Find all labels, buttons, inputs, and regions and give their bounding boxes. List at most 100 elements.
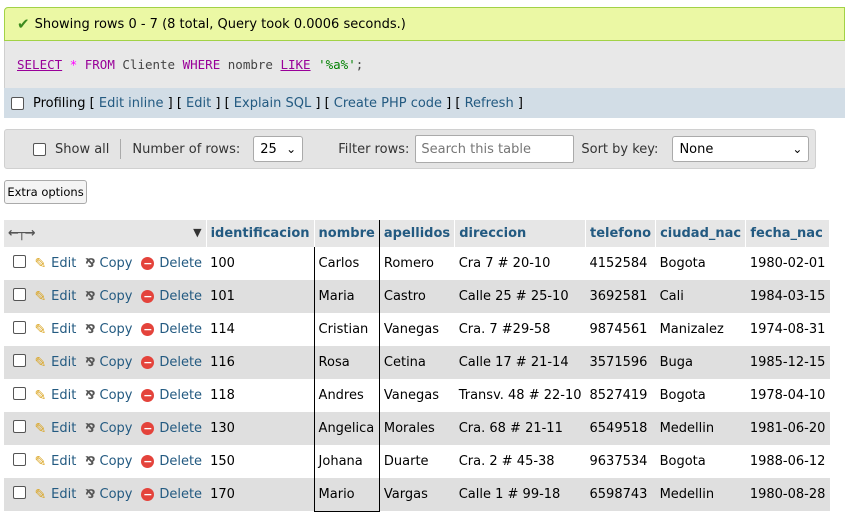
- edit-label: Edit: [51, 388, 77, 403]
- sort-by-key-label: Sort by key:: [581, 141, 659, 157]
- cell-ciudad-nac: Cali: [655, 280, 746, 313]
- delete-cell: − Delete: [137, 412, 207, 445]
- column-header-ciudad-nac[interactable]: ciudad_nac: [655, 220, 747, 247]
- cell-ciudad-nac: Bogota: [655, 379, 746, 412]
- column-header-direccion[interactable]: direccion: [454, 220, 586, 247]
- cell-fecha-nac: 1978-04-10: [745, 379, 830, 412]
- sql-like-keyword[interactable]: LIKE: [280, 57, 310, 72]
- cell-telefono: 4152584: [585, 247, 656, 280]
- copy-icon: ⅋: [85, 421, 96, 436]
- edit-button[interactable]: ✎ Edit: [34, 322, 76, 338]
- copy-button[interactable]: ⅋ Copy: [85, 355, 132, 370]
- table-header-row: ←┬→ ▼ identificacion nombre apellidos di…: [4, 220, 830, 247]
- filter-rows-input[interactable]: Search this table: [415, 135, 575, 163]
- row-checkbox[interactable]: [13, 255, 26, 268]
- delete-button[interactable]: − Delete: [141, 421, 202, 436]
- number-of-rows-select[interactable]: 25 ⌄: [253, 136, 304, 162]
- pencil-icon: ✎: [34, 321, 47, 338]
- show-all-checkbox[interactable]: [33, 142, 46, 156]
- edit-button[interactable]: ✎ Edit: [34, 421, 76, 437]
- row-checkbox[interactable]: [13, 387, 26, 400]
- delete-button[interactable]: − Delete: [141, 289, 202, 304]
- column-header-nombre[interactable]: nombre: [313, 220, 380, 247]
- cell-nombre: Mario: [313, 478, 380, 512]
- copy-button[interactable]: ⅋ Copy: [85, 256, 132, 271]
- row-checkbox[interactable]: [13, 354, 26, 367]
- copy-button[interactable]: ⅋ Copy: [85, 289, 132, 304]
- copy-button[interactable]: ⅋ Copy: [85, 487, 132, 502]
- cell-fecha-nac: 1980-02-01: [745, 247, 830, 280]
- cell-direccion: Transv. 48 # 22-10: [454, 379, 586, 412]
- edit-button[interactable]: ✎ Edit: [34, 355, 76, 371]
- delete-button[interactable]: − Delete: [141, 256, 202, 271]
- sort-by-key-value: None: [679, 141, 714, 157]
- column-header-fecha-nac[interactable]: fecha_nac: [745, 220, 830, 247]
- edit-label: Edit: [51, 256, 77, 271]
- copy-cell: ⅋ Copy: [81, 379, 138, 412]
- copy-button[interactable]: ⅋ Copy: [85, 388, 132, 403]
- copy-cell: ⅋ Copy: [81, 445, 138, 478]
- edit-button[interactable]: ✎ Edit: [34, 388, 76, 404]
- copy-button[interactable]: ⅋ Copy: [85, 421, 132, 436]
- table-row[interactable]: ✎ Edit ⅋ Copy − Delete 116 Rosa Cetina Calle 17 #…: [4, 346, 830, 379]
- sql-select-keyword[interactable]: SELECT: [17, 57, 62, 72]
- delete-cell: − Delete: [137, 478, 207, 511]
- copy-icon: ⅋: [85, 322, 96, 337]
- create-php-code-link[interactable]: Create PHP code: [334, 96, 442, 111]
- delete-button[interactable]: − Delete: [141, 454, 202, 469]
- cell-direccion: Cra. 68 # 21-11: [454, 412, 586, 445]
- row-checkbox[interactable]: [13, 486, 26, 499]
- edit-inline-link[interactable]: Edit inline: [99, 96, 164, 111]
- column-resize-arrows-icon[interactable]: ←┬→: [8, 226, 36, 241]
- column-header-apellidos[interactable]: apellidos: [379, 220, 456, 247]
- sort-dropdown-icon[interactable]: ▼: [193, 226, 201, 239]
- sort-by-key-select[interactable]: None ⌄: [672, 136, 810, 162]
- extra-options-button[interactable]: Extra options: [4, 180, 87, 204]
- edit-cell: ✎ Edit: [30, 379, 82, 412]
- pencil-icon: ✎: [34, 288, 47, 305]
- row-checkbox[interactable]: [13, 288, 26, 301]
- cell-fecha-nac: 1981-06-20: [745, 412, 830, 445]
- copy-icon: ⅋: [85, 355, 96, 370]
- copy-icon: ⅋: [85, 388, 96, 403]
- cell-apellidos: Morales: [379, 412, 455, 445]
- table-row[interactable]: ✎ Edit ⅋ Copy − Delete 118 Andres Vanegas Transv.…: [4, 379, 830, 412]
- refresh-link[interactable]: Refresh: [465, 96, 514, 111]
- cell-telefono: 3571596: [585, 346, 656, 379]
- delete-icon: −: [141, 323, 155, 336]
- sql-where-keyword: WHERE: [182, 57, 221, 72]
- row-checkbox[interactable]: [13, 420, 26, 433]
- delete-icon: −: [141, 257, 155, 270]
- delete-button[interactable]: − Delete: [141, 487, 202, 502]
- delete-button[interactable]: − Delete: [141, 355, 202, 370]
- edit-button[interactable]: ✎ Edit: [34, 289, 76, 305]
- profiling-label: Profiling: [33, 95, 86, 111]
- edit-cell: ✎ Edit: [30, 247, 82, 280]
- chevron-down-icon: ⌄: [792, 142, 803, 156]
- delete-label: Delete: [159, 289, 203, 304]
- table-row[interactable]: ✎ Edit ⅋ Copy − Delete 130 Angelica Morales Cra. …: [4, 412, 830, 445]
- table-row[interactable]: ✎ Edit ⅋ Copy − Delete 170 Mario Vargas Calle 1 #…: [4, 478, 830, 512]
- table-row[interactable]: ✎ Edit ⅋ Copy − Delete 114 Cristian Vanegas Cra. …: [4, 313, 830, 346]
- table-row[interactable]: ✎ Edit ⅋ Copy − Delete 100 Carlos Romero Cra 7 # …: [4, 247, 830, 280]
- table-row[interactable]: ✎ Edit ⅋ Copy − Delete 101 Maria Castro Calle 25 …: [4, 280, 830, 313]
- copy-button[interactable]: ⅋ Copy: [85, 322, 132, 337]
- edit-button[interactable]: ✎ Edit: [34, 256, 76, 272]
- table-row[interactable]: ✎ Edit ⅋ Copy − Delete 150 Johana Duarte Cra. 2 #…: [4, 445, 830, 478]
- column-header-identificacion[interactable]: identificacion: [206, 220, 315, 247]
- delete-icon: −: [141, 356, 155, 369]
- sql-star: *: [69, 57, 78, 72]
- profiling-checkbox[interactable]: [11, 96, 24, 110]
- delete-button[interactable]: − Delete: [141, 322, 202, 337]
- row-checkbox[interactable]: [13, 321, 26, 334]
- copy-button[interactable]: ⅋ Copy: [85, 454, 132, 469]
- edit-button[interactable]: ✎ Edit: [34, 487, 76, 503]
- cell-nombre: Cristian: [313, 313, 380, 346]
- delete-button[interactable]: − Delete: [141, 388, 202, 403]
- row-checkbox[interactable]: [13, 453, 26, 466]
- pencil-icon: ✎: [34, 255, 47, 272]
- explain-sql-link[interactable]: Explain SQL: [234, 96, 311, 111]
- column-header-telefono[interactable]: telefono: [585, 220, 657, 247]
- edit-button[interactable]: ✎ Edit: [34, 454, 76, 470]
- edit-query-link[interactable]: Edit: [186, 96, 211, 111]
